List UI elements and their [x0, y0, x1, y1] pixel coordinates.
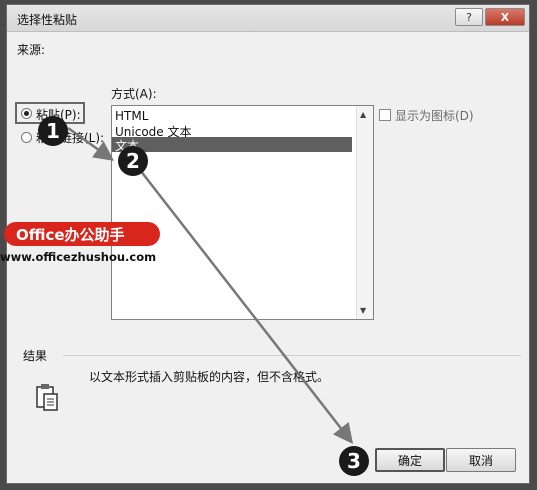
- arrow-step1-to-step2: [67, 126, 115, 161]
- step2-badge: 2: [118, 146, 148, 176]
- watermark-url: www.officezhushou.com: [0, 250, 157, 264]
- screenshot-stage: 选择性粘贴 ? X 来源: 方式(A): 粘贴(P): 粘贴链接(L): HTM…: [0, 0, 537, 490]
- step1-badge: 1: [38, 116, 68, 146]
- step3-badge: 3: [339, 446, 369, 476]
- arrow-step2-to-step3: [139, 169, 354, 444]
- watermark-logo: Office办公助手: [4, 222, 160, 246]
